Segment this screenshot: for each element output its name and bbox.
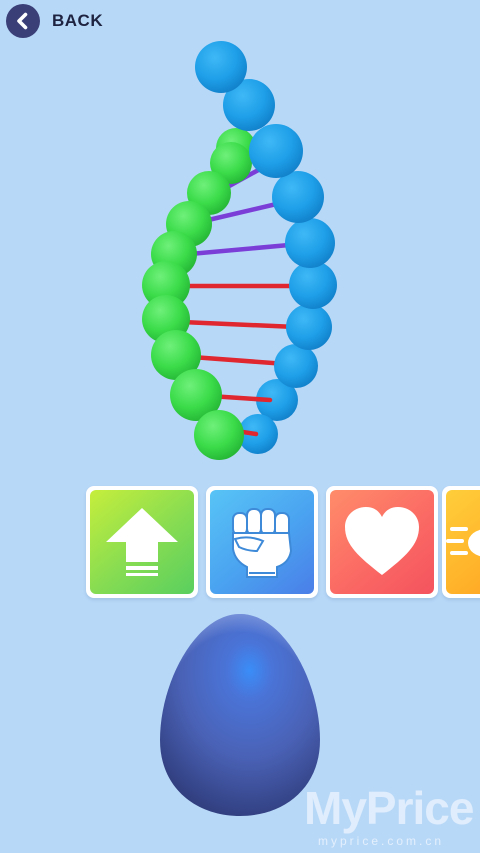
game-screen: BACK MyPrice myprice.com.cn xyxy=(0,0,480,853)
dna-blue-sphere xyxy=(286,304,332,350)
health-card[interactable] xyxy=(326,486,438,598)
dna-rung xyxy=(187,241,303,257)
dna-blue-sphere xyxy=(274,344,318,388)
upgrade-card[interactable] xyxy=(86,486,198,598)
fist-icon xyxy=(232,508,293,578)
dna-rung xyxy=(179,319,299,330)
dna-blue-sphere xyxy=(272,171,324,223)
dna-rung xyxy=(189,354,289,367)
dna-blue-sphere xyxy=(195,41,247,93)
dna-blue-sphere xyxy=(285,218,335,268)
dna-green-sphere xyxy=(194,410,244,460)
dna-back-layer xyxy=(238,379,298,454)
ability-card-row xyxy=(0,484,480,600)
up-arrow-icon xyxy=(106,508,178,576)
egg[interactable] xyxy=(158,612,322,818)
speed-card[interactable] xyxy=(442,486,480,598)
watermark: MyPrice myprice.com.cn xyxy=(304,780,480,850)
speed-icon xyxy=(446,527,480,557)
dna-helix xyxy=(142,41,337,460)
strength-card[interactable] xyxy=(206,486,318,598)
dna-blue-sphere xyxy=(289,261,337,309)
watermark-subtitle: myprice.com.cn xyxy=(318,834,445,848)
heart-icon xyxy=(345,507,419,575)
watermark-title: MyPrice xyxy=(304,782,474,834)
dna-blue-sphere xyxy=(249,124,303,178)
